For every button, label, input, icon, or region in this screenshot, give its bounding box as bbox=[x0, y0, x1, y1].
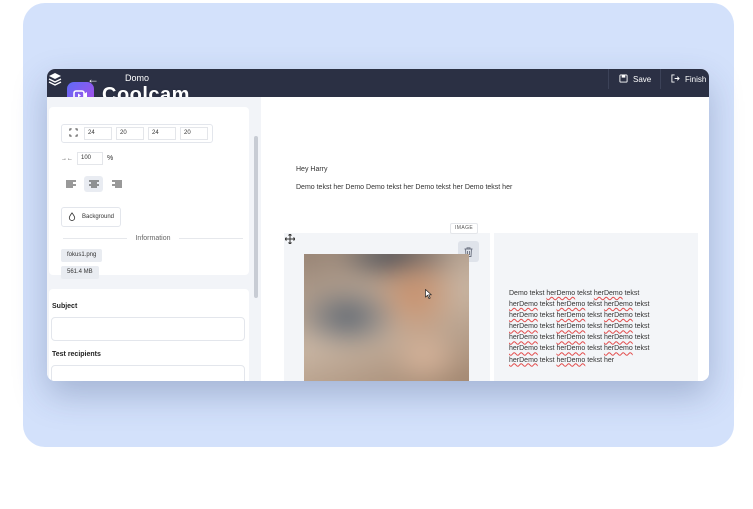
subject-input[interactable] bbox=[51, 317, 245, 341]
padding-bottom-input[interactable]: 24 bbox=[148, 127, 176, 140]
save-button-label: Save bbox=[633, 74, 652, 84]
paragraph-text: tekst bbox=[575, 290, 594, 297]
block-settings-panel: 24 20 24 20 →← 100 % Background Informat… bbox=[49, 107, 249, 279]
paragraph-text: tekst bbox=[632, 323, 650, 331]
save-button[interactable]: Save bbox=[608, 69, 661, 89]
misspelled-word: herDemo bbox=[556, 334, 586, 342]
width-controls: →← 100 % bbox=[61, 152, 113, 165]
misspelled-word: herDemo bbox=[509, 323, 538, 331]
paragraph-text: Demo tekst bbox=[509, 290, 547, 297]
padding-icon bbox=[66, 128, 80, 139]
text-block-paragraph[interactable]: Demo tekst herDemo tekst herDemo tekst he… bbox=[509, 288, 679, 366]
width-input[interactable]: 100 bbox=[77, 152, 103, 165]
paragraph-text: tekst bbox=[632, 312, 650, 320]
misspelled-word: herDemo bbox=[509, 334, 538, 342]
exit-icon bbox=[671, 73, 680, 85]
align-center-button[interactable] bbox=[84, 176, 103, 192]
paragraph-text: tekst bbox=[632, 301, 650, 309]
align-left-button[interactable] bbox=[61, 176, 80, 192]
paragraph-line: herDemo tekst herDemo tekst herDemo teks… bbox=[509, 332, 679, 343]
misspelled-word: herDemo bbox=[556, 301, 586, 309]
droplet-icon bbox=[68, 211, 76, 223]
photo-content bbox=[304, 254, 469, 381]
misspelled-word: herDemo bbox=[546, 290, 576, 297]
layers-icon[interactable] bbox=[48, 72, 62, 86]
background-label: Background bbox=[82, 214, 115, 220]
align-right-icon bbox=[111, 180, 122, 188]
email-canvas: Hey Harry Demo tekst her Demo Demo tekst… bbox=[261, 97, 709, 381]
paragraph-line: herDemo tekst herDemo tekst herDemo teks… bbox=[509, 343, 679, 354]
paragraph-text: tekst bbox=[537, 312, 557, 320]
paragraph-text: tekst bbox=[537, 323, 557, 331]
paragraph-text: tekst bbox=[585, 312, 604, 320]
misspelled-word: herDemo bbox=[509, 345, 538, 353]
misspelled-word: herDemo bbox=[603, 345, 633, 353]
paragraph-text: tekst bbox=[537, 334, 557, 342]
save-icon bbox=[619, 73, 628, 85]
padding-right-input[interactable]: 20 bbox=[116, 127, 144, 140]
padding-controls: 24 20 24 20 bbox=[61, 124, 213, 143]
send-settings-panel: Subject Test recipients bbox=[49, 289, 249, 381]
text-block[interactable]: Demo tekst herDemo tekst herDemo tekst he… bbox=[494, 233, 698, 381]
paragraph-text: tekst bbox=[537, 356, 557, 364]
paragraph-text: tekst bbox=[585, 323, 604, 331]
app-window: ← Domo Save Finish i Coolcam 24 20 24 20… bbox=[47, 69, 709, 381]
information-heading: Information bbox=[135, 234, 171, 242]
misspelled-word: herDemo bbox=[556, 312, 586, 320]
sidebar-scrollbar[interactable] bbox=[254, 136, 258, 298]
paragraph-line: herDemo tekst herDemo tekst herDemo teks… bbox=[509, 321, 679, 332]
email-intro-text[interactable]: Demo tekst her Demo Demo tekst her Demo … bbox=[296, 184, 512, 191]
padding-top-input[interactable]: 24 bbox=[84, 127, 112, 140]
finish-button[interactable]: Finish i bbox=[660, 69, 709, 89]
subject-label: Subject bbox=[52, 303, 78, 310]
paragraph-text: tekst her bbox=[585, 356, 615, 364]
blurred-photo[interactable] bbox=[304, 254, 469, 381]
paragraph-line: herDemo tekst herDemo tekst herDemo teks… bbox=[509, 299, 679, 310]
misspelled-word: herDemo bbox=[603, 323, 633, 331]
background-button[interactable]: Background bbox=[61, 207, 122, 227]
test-recipients-input[interactable] bbox=[51, 365, 245, 381]
information-divider: Information bbox=[63, 233, 243, 243]
email-greeting[interactable]: Hey Harry bbox=[296, 166, 328, 173]
misspelled-word: herDemo bbox=[556, 356, 586, 364]
width-icon: →← bbox=[61, 155, 73, 162]
misspelled-word: herDemo bbox=[509, 301, 538, 309]
image-block-tag: IMAGE bbox=[450, 223, 479, 234]
finish-button-label: Finish i bbox=[685, 74, 709, 84]
misspelled-word: herDemo bbox=[509, 312, 538, 320]
file-size-chip: 561.4 MB bbox=[61, 266, 99, 279]
padding-left-input[interactable]: 20 bbox=[180, 127, 208, 140]
paragraph-line: Demo tekst herDemo tekst herDemo tekst bbox=[509, 288, 679, 299]
misspelled-word: herDemo bbox=[603, 312, 633, 320]
align-left-icon bbox=[65, 180, 76, 188]
width-unit: % bbox=[107, 155, 114, 162]
paragraph-text: tekst bbox=[632, 345, 650, 353]
misspelled-word: herDemo bbox=[556, 323, 586, 331]
misspelled-word: herDemo bbox=[509, 356, 538, 364]
misspelled-word: herDemo bbox=[556, 345, 586, 353]
paragraph-text: tekst bbox=[585, 334, 604, 342]
misspelled-word: herDemo bbox=[603, 334, 633, 342]
alignment-controls bbox=[61, 176, 126, 192]
test-recipients-label: Test recipients bbox=[52, 351, 101, 358]
paragraph-line: herDemo tekst herDemo tekst herDemo teks… bbox=[509, 310, 679, 321]
paragraph-text: tekst bbox=[632, 334, 650, 342]
paragraph-line: herDemo tekst herDemo tekst her bbox=[509, 355, 679, 366]
align-right-button[interactable] bbox=[107, 176, 126, 192]
file-name-chip: fokus1.png bbox=[61, 249, 103, 262]
paragraph-text: tekst bbox=[537, 345, 557, 353]
paragraph-text: tekst bbox=[622, 290, 640, 297]
paragraph-text: tekst bbox=[585, 345, 604, 353]
mouse-cursor-icon bbox=[425, 286, 433, 304]
misspelled-word: herDemo bbox=[593, 290, 623, 297]
move-icon[interactable] bbox=[284, 231, 296, 249]
paragraph-text: tekst bbox=[537, 301, 557, 309]
misspelled-word: herDemo bbox=[603, 301, 633, 309]
settings-sidebar: 24 20 24 20 →← 100 % Background Informat… bbox=[47, 97, 261, 381]
align-center-icon bbox=[88, 180, 99, 188]
paragraph-text: tekst bbox=[585, 301, 604, 309]
